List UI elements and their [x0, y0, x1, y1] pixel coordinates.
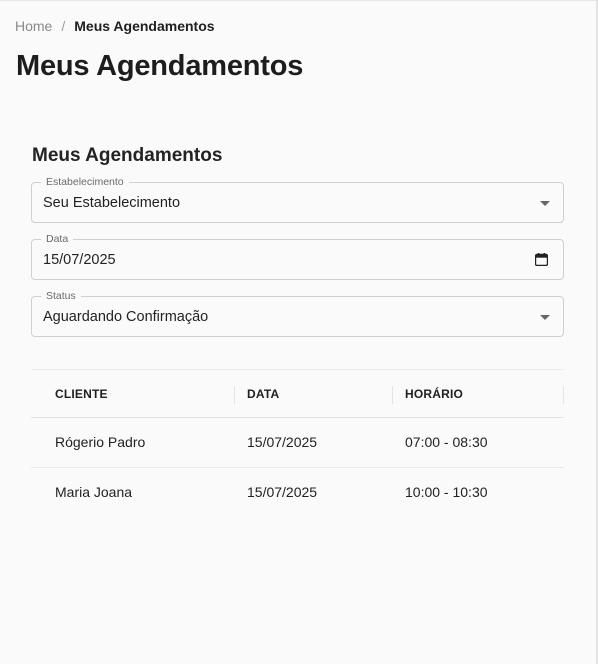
breadcrumb: Home / Meus Agendamentos: [15, 18, 215, 34]
column-separator: [234, 386, 235, 404]
cell-horario: 10:00 - 10:30: [405, 484, 488, 500]
appointments-table: CLIENTE DATA HORÁRIO Rógerio Padro 15/07…: [31, 369, 564, 518]
cell-cliente: Rógerio Padro: [55, 434, 146, 450]
status-select[interactable]: Status Aguardando Confirmação: [31, 290, 564, 337]
estabelecimento-label: Estabelecimento: [41, 176, 129, 188]
chevron-down-icon[interactable]: [540, 201, 550, 206]
cell-data: 15/07/2025: [247, 484, 318, 500]
calendar-icon[interactable]: [535, 253, 548, 266]
breadcrumb-home-link[interactable]: Home: [15, 18, 52, 34]
estabelecimento-value: Seu Estabelecimento: [43, 195, 181, 211]
cell-horario: 07:00 - 08:30: [405, 434, 488, 450]
status-label: Status: [41, 290, 81, 302]
chevron-down-icon[interactable]: [540, 315, 550, 320]
data-label: Data: [41, 233, 74, 245]
section-title: Meus Agendamentos: [32, 145, 223, 166]
page-title: Meus Agendamentos: [16, 50, 304, 82]
column-separator: [392, 386, 393, 404]
column-header-data[interactable]: DATA: [247, 387, 279, 401]
column-header-cliente[interactable]: CLIENTE: [55, 387, 108, 401]
table-row[interactable]: Rógerio Padro 15/07/2025 07:00 - 08:30: [31, 418, 564, 468]
table-row[interactable]: Maria Joana 15/07/2025 10:00 - 10:30: [31, 468, 564, 518]
data-date-field[interactable]: Data 15/07/2025: [31, 233, 564, 280]
window-top-border: [0, 0, 598, 1]
cell-cliente: Maria Joana: [55, 484, 133, 500]
breadcrumb-separator: /: [61, 18, 66, 34]
cell-data: 15/07/2025: [247, 434, 318, 450]
table-header: CLIENTE DATA HORÁRIO: [31, 369, 564, 418]
breadcrumb-current: Meus Agendamentos: [74, 18, 215, 34]
column-separator: [563, 386, 564, 404]
column-header-horario[interactable]: HORÁRIO: [405, 387, 463, 401]
estabelecimento-select[interactable]: Estabelecimento Seu Estabelecimento: [31, 176, 564, 223]
data-value: 15/07/2025: [43, 252, 116, 268]
status-value: Aguardando Confirmação: [43, 309, 209, 325]
